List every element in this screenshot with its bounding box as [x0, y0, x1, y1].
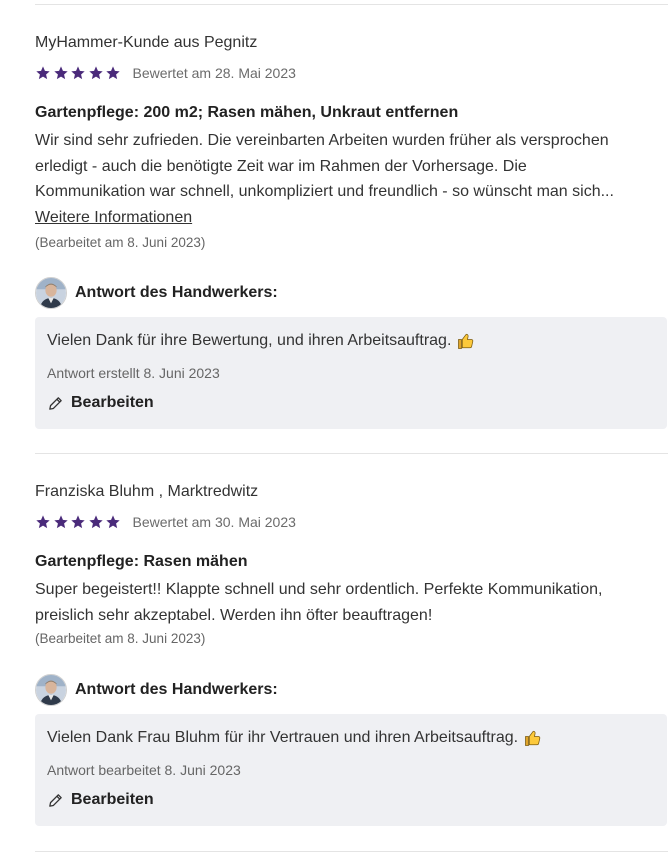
response-header: Antwort des Handwerkers: [35, 277, 278, 309]
edited-note: (Bearbeitet am 8. Juni 2023) [35, 631, 206, 646]
response-label: Antwort des Handwerkers: [75, 681, 278, 698]
divider [35, 453, 668, 454]
star-icon [105, 65, 122, 81]
edit-label: Bearbeiten [71, 791, 154, 808]
review-title: Gartenpflege: Rasen mähen [35, 553, 248, 570]
divider [35, 851, 668, 852]
reviewer-name: MyHammer-Kunde aus Pegnitz [35, 34, 258, 51]
review-body-line: Wir sind sehr zufrieden. Die vereinbarte… [35, 132, 609, 149]
pencil-icon [47, 395, 64, 412]
star-icon [70, 514, 87, 530]
response-box: Vielen Dank Frau Bluhm für ihr Vertrauen… [35, 714, 667, 826]
rating-row: Bewertet am 30. Mai 2023 [35, 514, 296, 530]
response-text: Vielen Dank Frau Bluhm für ihr Vertrauen… [47, 729, 542, 747]
thumbs-up-icon [524, 729, 542, 747]
more-info-link[interactable]: Weitere Informationen [35, 209, 192, 227]
star-icon [70, 65, 87, 81]
rating-row: Bewertet am 28. Mai 2023 [35, 65, 296, 81]
review-card: MyHammer-Kunde aus Pegnitz Bewertet am 2… [35, 34, 668, 434]
pencil-icon [47, 792, 64, 809]
star-icon [35, 514, 52, 530]
response-label: Antwort des Handwerkers: [75, 284, 278, 301]
star-icon [105, 514, 122, 530]
rated-date: Bewertet am 28. Mai 2023 [132, 65, 296, 81]
edited-note: (Bearbeitet am 8. Juni 2023) [35, 235, 206, 250]
review-card: Franziska Bluhm , Marktredwitz Bewertet … [35, 483, 668, 828]
edit-response-button[interactable]: Bearbeiten [47, 791, 154, 809]
star-icon [88, 65, 105, 81]
rated-date: Bewertet am 30. Mai 2023 [132, 514, 296, 530]
avatar [35, 277, 67, 309]
star-icon [88, 514, 105, 530]
star-icon [53, 65, 70, 81]
response-box: Vielen Dank für ihre Bewertung, und ihre… [35, 317, 667, 429]
avatar [35, 674, 67, 706]
review-body-line: Super begeistert!! Klappte schnell und s… [35, 581, 603, 598]
review-body: Wir sind sehr zufrieden. Die vereinbarte… [35, 128, 665, 205]
review-body-line: preislich sehr akzeptabel. Werden ihn öf… [35, 606, 433, 624]
response-date: Antwort erstellt 8. Juni 2023 [47, 365, 220, 381]
star-icon [53, 514, 70, 530]
response-header: Antwort des Handwerkers: [35, 674, 278, 706]
response-text: Vielen Dank für ihre Bewertung, und ihre… [47, 332, 475, 350]
review-body: Super begeistert!! Klappte schnell und s… [35, 577, 665, 628]
response-date: Antwort bearbeitet 8. Juni 2023 [47, 762, 241, 778]
response-message: Vielen Dank Frau Bluhm für ihr Vertrauen… [47, 729, 519, 746]
star-rating [35, 65, 123, 81]
review-body-line: erledigt - auch die benötigte Zeit war i… [35, 157, 527, 175]
review-body-line: Kommunikation war schnell, unkompliziert… [35, 183, 614, 200]
thumbs-up-icon [457, 332, 475, 350]
divider [35, 4, 668, 5]
reviewer-name: Franziska Bluhm , Marktredwitz [35, 483, 259, 500]
edit-response-button[interactable]: Bearbeiten [47, 394, 154, 412]
review-title: Gartenpflege: 200 m2; Rasen mähen, Unkra… [35, 104, 459, 121]
star-icon [35, 65, 52, 81]
edit-label: Bearbeiten [71, 394, 154, 411]
star-rating [35, 514, 123, 530]
response-message: Vielen Dank für ihre Bewertung, und ihre… [47, 332, 452, 349]
